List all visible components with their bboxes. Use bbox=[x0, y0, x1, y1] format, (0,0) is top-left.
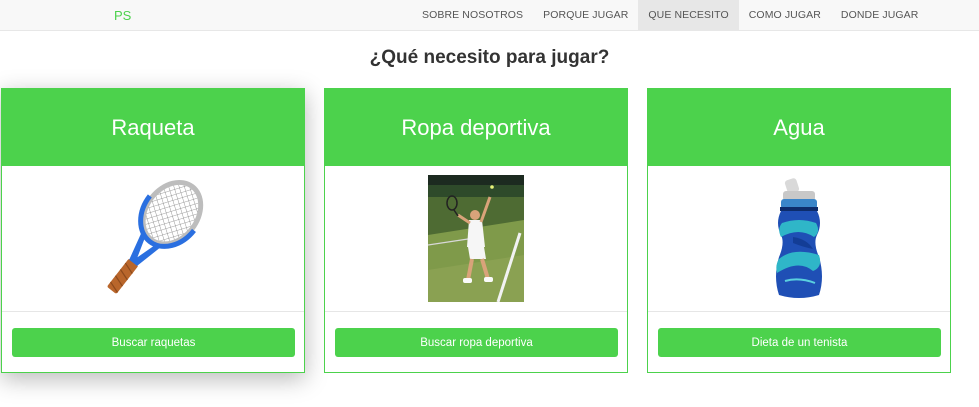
page-title: ¿Qué necesito para jugar? bbox=[369, 47, 610, 68]
card-header: Ropa deportiva bbox=[325, 89, 627, 166]
card-image bbox=[325, 166, 627, 312]
navbar: PS SOBRE NOSOTROS PORQUE JUGAR QUE NECES… bbox=[0, 0, 979, 31]
card-header: Agua bbox=[648, 89, 950, 166]
nav-link-donde-jugar[interactable]: DONDE JUGAR bbox=[831, 0, 929, 30]
buscar-ropa-deportiva-button[interactable]: Buscar ropa deportiva bbox=[335, 328, 618, 357]
tennis-racket-icon bbox=[107, 179, 204, 293]
card-header: Raqueta bbox=[2, 89, 304, 166]
card-agua: Agua Dieta de un tenista bbox=[647, 88, 951, 373]
card-raqueta: Raqueta Buscar raquetas bbox=[1, 88, 305, 373]
nav-link-que-necesito[interactable]: QUE NECESITO bbox=[638, 0, 739, 30]
brand-logo[interactable]: PS bbox=[114, 8, 131, 23]
nav-links: SOBRE NOSOTROS PORQUE JUGAR QUE NECESITO… bbox=[412, 0, 928, 30]
card-image bbox=[648, 166, 950, 312]
card-ropa-deportiva: Ropa deportiva Buscar ropa deportiva bbox=[324, 88, 628, 373]
nav-link-porque-jugar[interactable]: PORQUE JUGAR bbox=[533, 0, 638, 30]
water-bottle-icon bbox=[776, 177, 822, 298]
dieta-de-un-tenista-button[interactable]: Dieta de un tenista bbox=[658, 328, 941, 357]
nav-link-sobre-nosotros[interactable]: SOBRE NOSOTROS bbox=[412, 0, 533, 30]
card-image bbox=[2, 166, 304, 312]
nav-link-como-jugar[interactable]: COMO JUGAR bbox=[739, 0, 831, 30]
buscar-raquetas-button[interactable]: Buscar raquetas bbox=[12, 328, 295, 357]
tennis-player-photo bbox=[428, 175, 524, 302]
